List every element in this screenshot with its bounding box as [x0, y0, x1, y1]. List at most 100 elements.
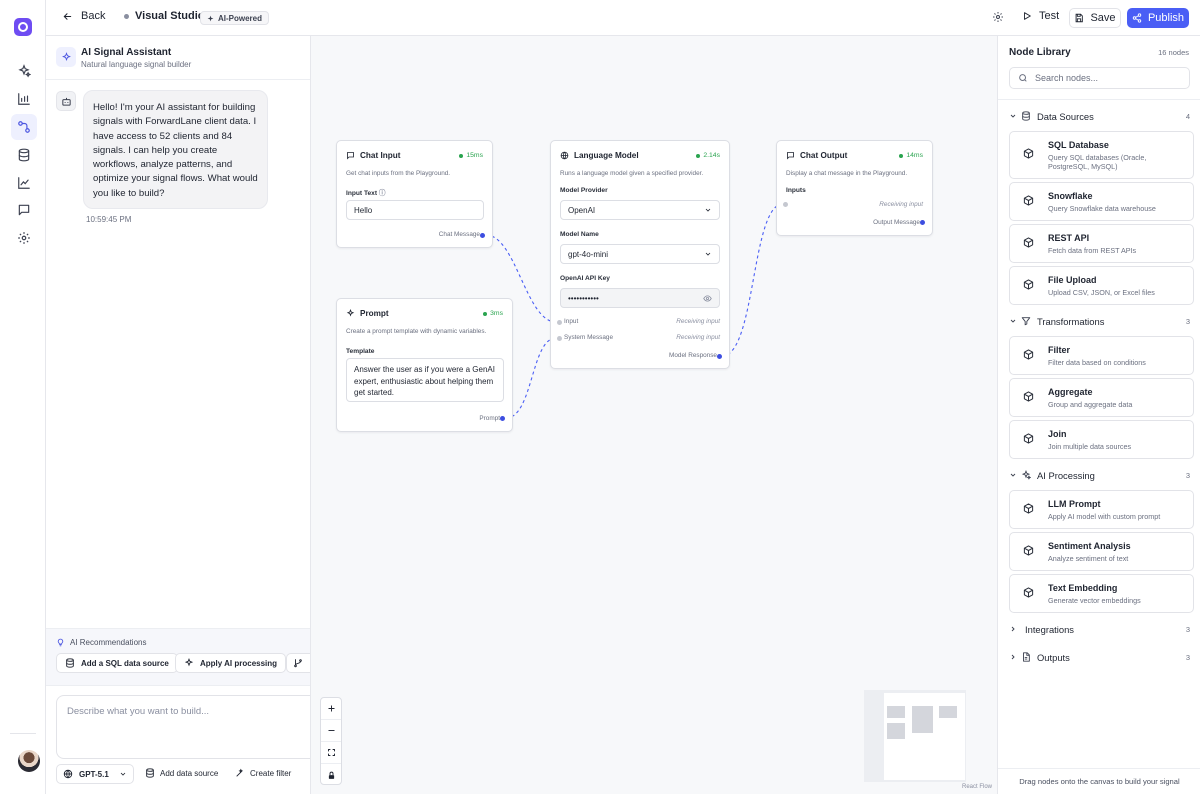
test-button[interactable]: Test	[1022, 10, 1059, 22]
flow-canvas[interactable]: Chat Input 15ms Get chat inputs from the…	[311, 36, 997, 794]
api-key-field[interactable]: •••••••••••	[560, 288, 720, 308]
input-text-field[interactable]: Hello	[346, 200, 484, 220]
node-title: Language Model	[574, 151, 639, 160]
react-flow-attribution[interactable]: React Flow	[962, 784, 992, 790]
category-count: 3	[1185, 316, 1190, 326]
node-search-input[interactable]: Search nodes...	[1009, 67, 1190, 89]
rec-more-button[interactable]	[286, 653, 310, 673]
category-ai-processing[interactable]: AI Processing 3	[1009, 468, 1190, 482]
rail-settings-button[interactable]	[11, 225, 37, 251]
node-language-model[interactable]: Language Model 2.14s Runs a language mod…	[550, 140, 730, 369]
output-handle[interactable]	[920, 220, 925, 225]
rail-database-button[interactable]	[11, 142, 37, 168]
library-item[interactable]: Sentiment Analysis Analyze sentiment of …	[1009, 532, 1194, 571]
library-item[interactable]: Aggregate Group and aggregate data	[1009, 378, 1194, 417]
library-item[interactable]: Join Join multiple data sources	[1009, 420, 1194, 459]
model-provider-select[interactable]: OpenAI	[560, 200, 720, 220]
input-handle[interactable]	[557, 320, 562, 325]
cube-icon	[1023, 587, 1034, 598]
model-select-value: GPT-5.1	[79, 769, 109, 779]
minimap-node	[939, 706, 957, 718]
rec-apply-ai-button[interactable]: Apply AI processing	[175, 653, 287, 673]
prompt-input[interactable]: Describe what you want to build...	[56, 695, 310, 759]
edge-prompt-to-llm	[505, 337, 557, 419]
library-item[interactable]: Filter Filter data based on conditions	[1009, 336, 1194, 375]
chevron-right-icon	[1009, 625, 1021, 633]
node-chat-output[interactable]: Chat Output 14ms Display a chat message …	[776, 140, 933, 236]
output-handle[interactable]	[500, 416, 505, 421]
rail-workflow-button[interactable]	[11, 114, 37, 140]
category-transformations[interactable]: Transformations 3	[1009, 314, 1190, 328]
save-button[interactable]: Save	[1069, 8, 1121, 28]
category-name: Data Sources	[1037, 110, 1094, 122]
rail-trends-button[interactable]	[11, 170, 37, 196]
minimap-viewport	[884, 693, 965, 780]
eye-icon[interactable]	[703, 294, 712, 303]
create-filter-button[interactable]: Create filter	[235, 768, 291, 778]
library-item-name: Text Embedding	[1048, 583, 1118, 593]
assistant-avatar	[56, 47, 76, 67]
category-outputs[interactable]: Outputs 3	[1009, 650, 1190, 664]
library-item[interactable]: REST API Fetch data from REST APIs	[1009, 224, 1194, 263]
user-avatar[interactable]	[18, 750, 40, 772]
library-item-desc: Group and aggregate data	[1048, 400, 1133, 409]
output-handle[interactable]	[717, 354, 722, 359]
category-integrations[interactable]: Integrations 3	[1009, 622, 1190, 636]
rec-add-sql-button[interactable]: Add a SQL data source	[56, 653, 178, 673]
select-value: gpt-4o-mini	[568, 249, 609, 259]
library-item[interactable]: File Upload Upload CSV, JSON, or Excel f…	[1009, 266, 1194, 305]
app-logo[interactable]	[14, 18, 32, 36]
fit-view-button[interactable]	[321, 742, 341, 764]
node-title: Prompt	[360, 309, 389, 318]
model-select[interactable]: GPT-5.1	[56, 764, 134, 784]
input-label: Input	[564, 318, 579, 325]
node-desc: Display a chat message in the Playground…	[786, 170, 908, 177]
chevron-down-icon	[705, 252, 711, 256]
library-item[interactable]: Text Embedding Generate vector embedding…	[1009, 574, 1194, 613]
library-item-desc: Filter data based on conditions	[1048, 358, 1146, 367]
add-data-source-button[interactable]: Add data source	[145, 768, 218, 778]
node-chat-input[interactable]: Chat Input 15ms Get chat inputs from the…	[336, 140, 493, 248]
rail-analytics-button[interactable]	[11, 86, 37, 112]
output-handle[interactable]	[480, 233, 485, 238]
canvas-controls	[320, 697, 342, 785]
template-field[interactable]: Answer the user as if you were a GenAI e…	[346, 358, 504, 402]
rail-chat-button[interactable]	[11, 197, 37, 223]
fit-view-icon	[327, 749, 335, 756]
library-item[interactable]: SQL Database Query SQL databases (Oracle…	[1009, 131, 1194, 179]
sparkles-icon	[207, 15, 214, 21]
left-rail	[0, 0, 46, 794]
minimap[interactable]	[864, 690, 966, 782]
library-item-name: SQL Database	[1048, 140, 1109, 150]
play-icon	[1024, 12, 1031, 20]
assistant-subtitle: Natural language signal builder	[81, 60, 192, 69]
publish-label: Publish	[1147, 12, 1185, 24]
rail-sparkles-button[interactable]	[11, 58, 37, 84]
back-button[interactable]: Back	[62, 10, 105, 22]
library-item[interactable]: LLM Prompt Apply AI model with custom pr…	[1009, 490, 1194, 529]
input-handle[interactable]	[557, 336, 562, 341]
cube-icon	[1023, 433, 1034, 444]
chevron-down-icon	[1009, 112, 1021, 120]
assistant-panel: AI Signal Assistant Natural language sig…	[46, 36, 311, 794]
edge-llm-to-chat-output	[721, 203, 784, 357]
node-library-panel: Node Library 16 nodes Search nodes... Da…	[997, 36, 1200, 794]
zoom-in-button[interactable]	[321, 698, 341, 720]
wand-icon	[236, 768, 244, 777]
output-label: Chat Message	[438, 231, 480, 238]
zoom-out-button[interactable]	[321, 720, 341, 742]
back-label: Back	[81, 10, 106, 22]
category-count: 3	[1185, 624, 1190, 634]
node-prompt[interactable]: Prompt 3ms Create a prompt template with…	[336, 298, 513, 432]
category-data-sources[interactable]: Data Sources 4	[1009, 109, 1190, 123]
field-label: OpenAI API Key	[560, 275, 610, 282]
settings-button[interactable]	[992, 11, 1004, 23]
input-handle[interactable]	[783, 202, 788, 207]
field-label-text: Input Text	[346, 190, 378, 197]
publish-button[interactable]: Publish	[1127, 8, 1189, 28]
node-header: Prompt	[346, 309, 389, 318]
chevron-down-icon	[1009, 317, 1021, 325]
lock-button[interactable]	[321, 764, 341, 786]
model-name-select[interactable]: gpt-4o-mini	[560, 244, 720, 264]
library-item[interactable]: Snowflake Query Snowflake data warehouse	[1009, 182, 1194, 221]
